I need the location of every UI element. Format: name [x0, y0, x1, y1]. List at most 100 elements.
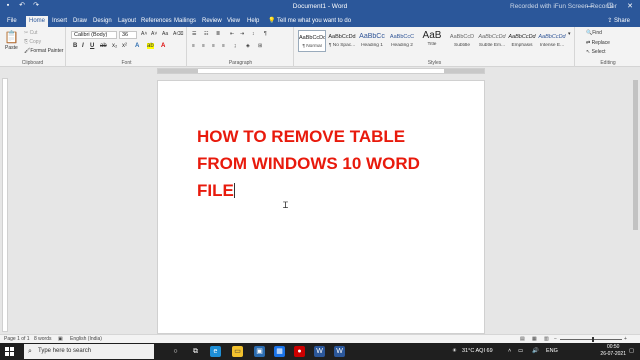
- tab-view[interactable]: View: [224, 16, 243, 27]
- align-center-icon[interactable]: ≡: [202, 43, 205, 49]
- decrease-indent-icon[interactable]: ⇤: [230, 31, 234, 37]
- zoom-slider[interactable]: [560, 339, 622, 340]
- font-color-icon[interactable]: A: [161, 43, 165, 49]
- clock[interactable]: 00:50 26-07-2021: [600, 344, 626, 358]
- maximize-button[interactable]: ☐: [600, 0, 620, 14]
- language-indicator-icon[interactable]: ENG: [546, 348, 558, 354]
- align-left-icon[interactable]: ≡: [192, 43, 195, 49]
- word-count[interactable]: 8 words: [34, 336, 52, 342]
- superscript-icon[interactable]: x²: [122, 43, 127, 49]
- style-no-spacing[interactable]: AaBbCcDd ¶ No Spac...: [328, 30, 356, 52]
- photos-icon[interactable]: ▦: [274, 346, 285, 357]
- replace-button[interactable]: ⇄ Replace: [586, 40, 610, 46]
- font-family-select[interactable]: Calibri (Body): [71, 31, 117, 39]
- subscript-icon[interactable]: x₂: [112, 43, 117, 49]
- word-window-icon[interactable]: W: [334, 346, 345, 357]
- language-indicator[interactable]: English (India): [70, 336, 102, 342]
- cut-button[interactable]: ✂ Cut: [24, 30, 37, 36]
- tab-draw[interactable]: Draw: [70, 16, 90, 27]
- bold-icon[interactable]: B: [73, 43, 77, 49]
- minimize-button[interactable]: —: [580, 0, 600, 14]
- styles-more-icon[interactable]: ▾: [568, 31, 571, 37]
- zoom-out-icon[interactable]: −: [554, 336, 557, 342]
- scrollbar-thumb[interactable]: [633, 80, 638, 230]
- style-title[interactable]: AaB Title: [418, 30, 446, 52]
- text-effects-icon[interactable]: A: [135, 43, 139, 49]
- format-painter-button[interactable]: 🖌Format Painter: [24, 48, 63, 54]
- strikethrough-icon[interactable]: ab: [100, 43, 107, 49]
- recorder-app-icon[interactable]: ●: [294, 346, 305, 357]
- file-explorer-icon[interactable]: ▭: [232, 346, 243, 357]
- cortana-icon[interactable]: ○: [170, 346, 181, 357]
- tab-home[interactable]: Home: [26, 16, 49, 27]
- document-page[interactable]: HOW TO REMOVE TABLE FROM WINDOWS 10 WORD…: [157, 80, 485, 334]
- style-normal[interactable]: AaBbCcDd ¶ Normal: [298, 30, 326, 52]
- word-app-icon[interactable]: W: [314, 346, 325, 357]
- grow-font-icon[interactable]: A˄: [141, 31, 147, 37]
- tray-overflow-icon[interactable]: ˄: [508, 348, 511, 354]
- numbering-icon[interactable]: ☷: [204, 31, 208, 37]
- select-button[interactable]: ↖ Select: [586, 49, 606, 55]
- show-marks-icon[interactable]: ¶: [264, 31, 267, 37]
- increase-indent-icon[interactable]: ⇥: [240, 31, 244, 37]
- zoom-in-icon[interactable]: +: [624, 336, 627, 342]
- clear-formatting-icon[interactable]: A⌫: [173, 31, 183, 37]
- windows-start-icon[interactable]: [5, 347, 14, 356]
- find-button[interactable]: 🔍Find: [586, 30, 602, 36]
- zoom-slider-handle[interactable]: [592, 337, 594, 342]
- close-button[interactable]: ✕: [620, 0, 640, 14]
- highlight-icon[interactable]: ab: [147, 43, 154, 49]
- document-heading[interactable]: HOW TO REMOVE TABLE FROM WINDOWS 10 WORD…: [197, 123, 467, 204]
- style-heading-2[interactable]: AaBbCcC Heading 2: [388, 30, 416, 52]
- style-subtitle[interactable]: AaBbCcD Subtitle: [448, 30, 476, 52]
- justify-icon[interactable]: ≡: [222, 43, 225, 49]
- italic-icon[interactable]: I: [82, 43, 84, 49]
- task-view-icon[interactable]: ⧉: [190, 346, 201, 357]
- shading-icon[interactable]: ◈: [246, 43, 250, 49]
- copy-button[interactable]: ⎘ Copy: [24, 39, 41, 45]
- shrink-font-icon[interactable]: A˅: [151, 31, 157, 37]
- tell-me-search[interactable]: 💡 Tell me what you want to do: [268, 16, 351, 26]
- tab-insert[interactable]: Insert: [49, 16, 70, 27]
- web-layout-icon[interactable]: ▥: [544, 336, 549, 342]
- sort-icon[interactable]: ↕: [252, 31, 255, 37]
- bullets-icon[interactable]: ☰: [192, 31, 196, 37]
- style-emphasis[interactable]: AaBbCcDd Emphasis: [508, 30, 536, 52]
- store-icon[interactable]: ▣: [254, 346, 265, 357]
- paste-button[interactable]: Paste: [5, 45, 18, 51]
- line-spacing-icon[interactable]: ↨: [234, 43, 237, 49]
- notifications-icon[interactable]: ▢: [629, 348, 634, 354]
- tab-file[interactable]: File: [4, 16, 20, 27]
- tab-help[interactable]: Help: [244, 16, 262, 27]
- tab-mailings[interactable]: Mailings: [171, 16, 199, 27]
- change-case-icon[interactable]: Aa: [162, 31, 168, 37]
- style-intense-emphasis[interactable]: AaBbCcDd Intense E...: [538, 30, 566, 52]
- weather-text[interactable]: 31°C AQI 69: [462, 348, 493, 354]
- proofing-icon[interactable]: ▣: [58, 336, 63, 342]
- tab-review[interactable]: Review: [199, 16, 225, 27]
- share-button[interactable]: ⇪ Share: [607, 16, 630, 26]
- underline-icon[interactable]: U: [90, 43, 94, 49]
- read-mode-icon[interactable]: ▤: [520, 336, 525, 342]
- right-margin-marker[interactable]: [444, 69, 484, 73]
- vertical-ruler[interactable]: [2, 78, 8, 332]
- volume-icon[interactable]: 🔊: [532, 348, 539, 354]
- taskbar-search-box[interactable]: ⌕ Type here to search: [24, 344, 154, 359]
- style-subtle-emphasis[interactable]: AaBbCcDd Subtle Em...: [478, 30, 506, 52]
- edge-browser-icon[interactable]: e: [210, 346, 221, 357]
- tab-design[interactable]: Design: [90, 16, 115, 27]
- multilevel-list-icon[interactable]: ≣: [216, 31, 220, 37]
- paste-icon[interactable]: 📋: [4, 30, 19, 44]
- horizontal-ruler[interactable]: [157, 68, 485, 74]
- vertical-scrollbar[interactable]: [632, 68, 640, 334]
- weather-icon[interactable]: ☀: [452, 348, 457, 354]
- font-size-select[interactable]: 36: [119, 31, 137, 39]
- tab-layout[interactable]: Layout: [115, 16, 139, 27]
- print-layout-icon[interactable]: ▦: [532, 336, 537, 342]
- align-right-icon[interactable]: ≡: [212, 43, 215, 49]
- left-margin-marker[interactable]: [158, 69, 198, 73]
- page-count[interactable]: Page 1 of 1: [4, 336, 30, 342]
- network-icon[interactable]: ▭: [518, 348, 523, 354]
- borders-icon[interactable]: ⊞: [258, 43, 262, 49]
- tab-references[interactable]: References: [138, 16, 175, 27]
